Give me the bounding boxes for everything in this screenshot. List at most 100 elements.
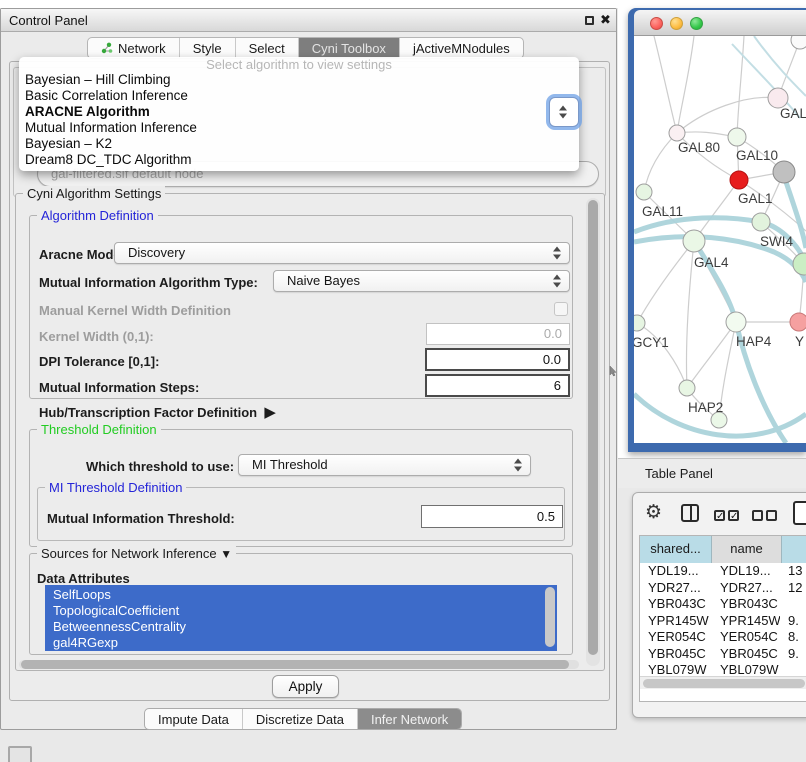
tab-network[interactable]: Network [88, 38, 180, 59]
table-panel-header: Table Panel [618, 458, 806, 488]
algorithm-item[interactable]: Basic Correlation Inference [19, 88, 579, 104]
tab-discretize-data[interactable]: Discretize Data [243, 709, 358, 730]
inference-algorithm-combo-fragment[interactable] [549, 97, 579, 127]
gear-icon[interactable]: ⚙ [645, 503, 662, 523]
zoom-traffic-light[interactable] [690, 17, 703, 30]
hub-definition-expander[interactable]: Hub/Transcription Factor Definition ▶ [39, 403, 276, 421]
table-row[interactable]: YPR145WYPR145W9. [640, 613, 806, 630]
node-swi4[interactable] [752, 213, 770, 231]
minimize-traffic-light[interactable] [670, 17, 683, 30]
table-hscrollbar-thumb[interactable] [643, 679, 805, 688]
cell: YDL19... [648, 563, 710, 580]
node[interactable] [791, 36, 806, 49]
mi-steps-label: Mutual Information Steps: [39, 380, 199, 395]
cell: YPR145W [648, 613, 710, 630]
table-panel-window: ⚙ ✓ ✓ shared... name YDL19...YDL19...13 … [632, 492, 806, 718]
node-gal1-red[interactable] [730, 171, 748, 189]
cell: YDR27... [648, 580, 710, 597]
algorithm-item[interactable]: Bayesian – Hill Climbing [19, 72, 579, 88]
algorithm-definition-title: Algorithm Definition [37, 208, 158, 223]
node-label: SWI4 [760, 234, 793, 249]
node[interactable] [768, 88, 788, 108]
column-header-shared-name[interactable]: shared... [640, 536, 712, 563]
dpi-tolerance-field[interactable]: 0.0 [425, 348, 570, 371]
dpi-tolerance-label: DPI Tolerance [0,1]: [39, 354, 159, 369]
tab-select[interactable]: Select [236, 38, 299, 59]
kernel-width-field[interactable]: 0.0 [426, 323, 570, 345]
mi-type-combo[interactable]: Naive Bayes [273, 270, 570, 292]
list-item[interactable]: SelfLoops [45, 587, 557, 603]
node-gray[interactable] [773, 161, 795, 183]
select-all-checks-icon[interactable]: ✓ [728, 510, 739, 521]
tab-impute-data[interactable]: Impute Data [145, 709, 243, 730]
cell: YBL079W [648, 662, 710, 675]
table-row[interactable]: YBR043CYBR043C [640, 596, 806, 613]
close-traffic-light[interactable] [650, 17, 663, 30]
list-item[interactable]: TopologicalCoefficient [45, 603, 557, 619]
combo-spinner-icon [553, 247, 562, 260]
cell: 12 [788, 580, 806, 597]
node-label: GAL [780, 106, 806, 121]
algorithm-item[interactable]: Bayesian – K2 [19, 136, 579, 152]
list-vscrollbar-thumb[interactable] [545, 587, 555, 647]
manual-kernel-checkbox[interactable] [554, 302, 568, 316]
aracne-mode-combo[interactable]: Discovery [114, 242, 570, 264]
list-item[interactable]: gal4RGexp [45, 635, 557, 651]
expander-right-icon: ▶ [264, 404, 276, 421]
network-canvas[interactable]: GAL GAL80 GAL10 GAL1 GAL11 SWI4 GAL4 GCY… [634, 36, 806, 443]
node-gal4[interactable] [683, 230, 705, 252]
sources-collapse-toggle[interactable]: Sources for Network Inference ▼ [37, 546, 236, 561]
columns-icon[interactable] [681, 504, 699, 522]
algorithm-item-selected[interactable]: ARACNE Algorithm [19, 104, 579, 120]
control-panel-titlebar: Control Panel ✖ [1, 9, 616, 32]
algorithm-item[interactable]: Mutual Information Inference [19, 120, 579, 136]
cell: 9. [788, 646, 806, 663]
clear-checks-icon[interactable] [752, 510, 763, 521]
node-gal11[interactable] [636, 184, 652, 200]
table-row[interactable]: YBR045CYBR045C9. [640, 646, 806, 663]
close-icon[interactable]: ✖ [600, 12, 611, 28]
network-window-titlebar [634, 10, 806, 36]
column-header-cut[interactable] [782, 536, 806, 563]
settings-hscrollbar-thumb[interactable] [21, 660, 569, 669]
bottom-left-button[interactable] [8, 746, 32, 762]
table-row[interactable]: YDL19...YDL19...13 [640, 563, 806, 580]
node-gal80[interactable] [669, 125, 685, 141]
settings-hscrollbar-track[interactable] [19, 660, 579, 669]
node-hap2[interactable] [679, 380, 695, 396]
float-icon[interactable] [585, 16, 594, 25]
node-gcy1[interactable] [634, 315, 645, 331]
screen: Control Panel ✖ NetworkStyleSelectCyni T… [0, 0, 806, 762]
tab-cyni-toolbox[interactable]: Cyni Toolbox [299, 38, 400, 59]
node-salmon[interactable] [790, 313, 806, 331]
select-all-checks-icon[interactable]: ✓ [714, 510, 725, 521]
algorithm-dropdown-popup: Select algorithm to view settings Bayesi… [19, 57, 579, 171]
combo-spinner-icon [553, 275, 562, 288]
settings-vscrollbar-track[interactable] [586, 198, 600, 666]
column-header-name[interactable]: name [712, 536, 782, 563]
table-toolbar: ⚙ ✓ ✓ [633, 493, 806, 535]
list-item[interactable]: BetweennessCentrality [45, 619, 557, 635]
clear-checks-icon[interactable] [766, 510, 777, 521]
apply-button[interactable]: Apply [272, 675, 339, 698]
node[interactable] [793, 253, 806, 275]
tab-infer-network[interactable]: Infer Network [358, 709, 461, 730]
tab-jactivemnodules[interactable]: jActiveMNodules [400, 38, 523, 59]
table-row[interactable]: YER054CYER054C8. [640, 629, 806, 646]
algorithm-placeholder: Select algorithm to view settings [19, 57, 579, 72]
tab-style[interactable]: Style [180, 38, 236, 59]
panel-title: Control Panel [9, 13, 88, 28]
settings-vscrollbar-thumb[interactable] [588, 200, 598, 655]
mi-threshold-label: Mutual Information Threshold: [47, 511, 235, 526]
table-row[interactable]: YDR27...YDR27...12 [640, 580, 806, 597]
table-hscrollbar-track[interactable] [640, 676, 806, 689]
function-builder-icon[interactable] [793, 501, 806, 525]
mi-threshold-field[interactable]: 0.5 [421, 505, 563, 528]
which-threshold-combo[interactable]: MI Threshold [238, 454, 531, 476]
algorithm-item[interactable]: Dream8 DC_TDC Algorithm [19, 152, 579, 168]
node-gal10[interactable] [728, 128, 746, 146]
node-hap4[interactable] [726, 312, 746, 332]
mi-steps-field[interactable]: 6 [425, 374, 570, 397]
combo-spinner-icon [514, 459, 523, 472]
table-row[interactable]: YBL079WYBL079W [640, 662, 806, 675]
